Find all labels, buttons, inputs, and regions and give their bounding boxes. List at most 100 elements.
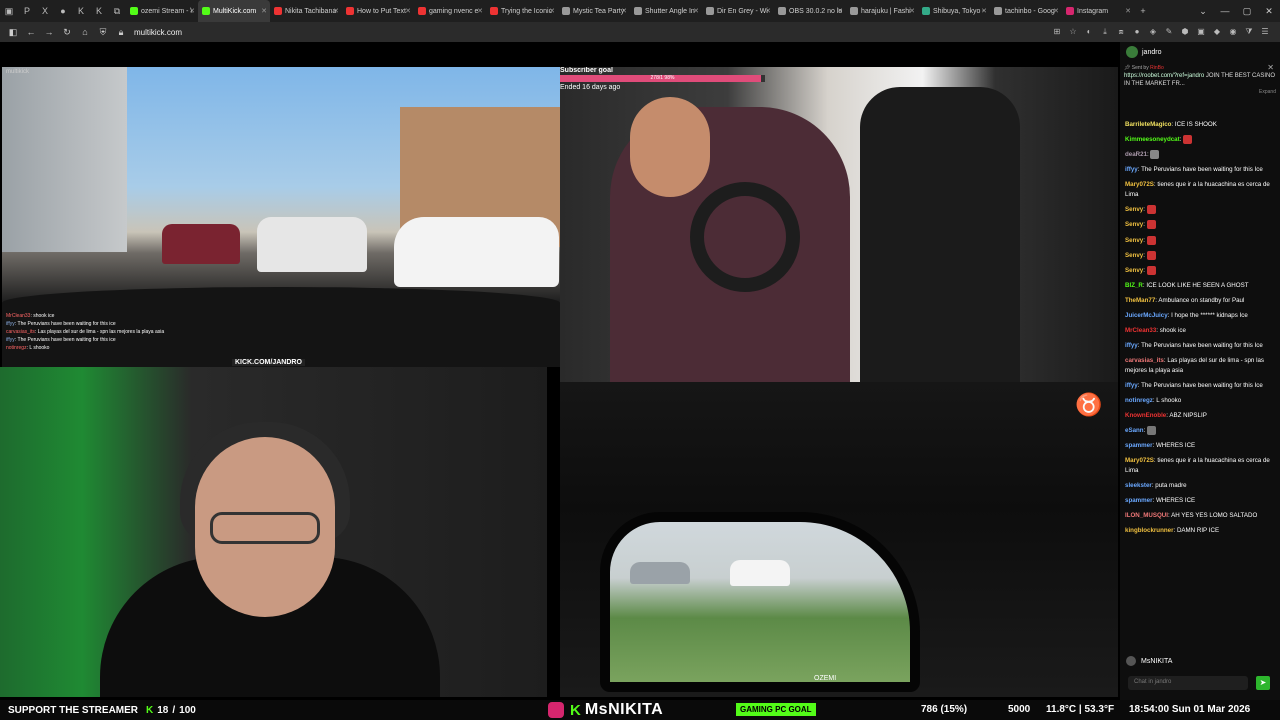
chat-username[interactable]: Senvy bbox=[1125, 252, 1143, 259]
pinned-tab-kick-icon[interactable]: K bbox=[72, 0, 90, 22]
extension-icon[interactable]: ⧈ bbox=[1114, 27, 1128, 37]
tab-close-icon[interactable]: ✕ bbox=[333, 7, 339, 15]
channel-name[interactable]: jandro bbox=[1142, 49, 1161, 56]
browser-tab[interactable]: Mystic Tea Party ✕ bbox=[558, 0, 630, 22]
chat-username[interactable]: Kimmeesoneydcat bbox=[1125, 136, 1180, 143]
close-icon[interactable]: ✕ bbox=[1267, 64, 1274, 72]
tab-close-icon[interactable]: ✕ bbox=[981, 7, 987, 15]
browser-tab[interactable]: Nikita Tachibana ✕ bbox=[270, 0, 342, 22]
tab-close-icon[interactable]: ✕ bbox=[909, 7, 915, 15]
tab-close-icon[interactable]: ✕ bbox=[405, 7, 411, 15]
chat-username[interactable]: spammer bbox=[1125, 442, 1153, 449]
chat-username[interactable]: spammer bbox=[1125, 497, 1153, 504]
extensions-menu-icon[interactable]: ⧩ bbox=[1242, 27, 1256, 37]
browser-tab[interactable]: gaming nvenc e ✕ bbox=[414, 0, 486, 22]
browser-tab[interactable]: Instagram ✕ bbox=[1062, 0, 1134, 22]
extension-icon[interactable]: ● bbox=[1130, 27, 1144, 37]
chat-username[interactable]: sleekster bbox=[1125, 482, 1152, 489]
tab-search-icon[interactable]: ⌄ bbox=[1192, 6, 1214, 17]
pinned-link[interactable]: https://roobet.com/?ref=jandro bbox=[1124, 73, 1204, 79]
forward-icon[interactable]: → bbox=[40, 27, 58, 37]
browser-tab[interactable]: Dir En Grey - Wi ✕ bbox=[702, 0, 774, 22]
current-user[interactable]: MsNIKITA bbox=[1126, 656, 1172, 666]
menu-icon[interactable]: ☰ bbox=[1258, 27, 1272, 37]
extension-icon[interactable]: ◉ bbox=[1226, 27, 1240, 37]
tab-close-icon[interactable]: ✕ bbox=[837, 7, 843, 15]
extension-icon[interactable]: ⬢ bbox=[1178, 27, 1192, 37]
stream-pane-ozemi[interactable]: OZEMI bbox=[560, 382, 1118, 697]
chat-username[interactable]: deaR21 bbox=[1125, 151, 1147, 158]
chat-username[interactable]: Senvy bbox=[1125, 206, 1143, 213]
chat-username[interactable]: iffyy bbox=[1125, 166, 1138, 173]
url-field[interactable]: multikick.com bbox=[134, 28, 182, 37]
browser-tab[interactable]: Shibuya, Tokyo - ✕ bbox=[918, 0, 990, 22]
new-tab-button[interactable]: + bbox=[1134, 0, 1152, 22]
minimize-icon[interactable]: — bbox=[1214, 6, 1236, 17]
stream-pane-driver[interactable]: Subscriber goal 278/1 98% Ended 16 days … bbox=[560, 67, 1118, 382]
chat-input[interactable]: Chat in jandro bbox=[1128, 676, 1248, 690]
reload-icon[interactable]: ↻ bbox=[58, 27, 76, 38]
chat-username[interactable]: Senvy bbox=[1125, 267, 1143, 274]
pinned-tab-x-icon[interactable]: X bbox=[36, 0, 54, 22]
maximize-icon[interactable]: ▢ bbox=[1236, 6, 1258, 17]
chat-username[interactable]: notinregz bbox=[1125, 397, 1153, 404]
chat-username[interactable]: Senvy bbox=[1125, 222, 1143, 229]
tab-close-icon[interactable]: ✕ bbox=[549, 7, 555, 15]
extension-icon[interactable]: ◈ bbox=[1146, 27, 1160, 37]
chat-username[interactable]: Mary072S bbox=[1125, 457, 1154, 464]
tab-close-icon[interactable]: ✕ bbox=[1125, 7, 1131, 15]
chat-username[interactable]: KnownEnoble bbox=[1125, 412, 1166, 419]
chat-username[interactable]: kingblockrunner bbox=[1125, 527, 1173, 534]
tab-close-icon[interactable]: ✕ bbox=[621, 7, 627, 15]
extension-icon[interactable]: ▣ bbox=[1194, 27, 1208, 37]
bookmark-star-icon[interactable]: ☆ bbox=[1066, 27, 1080, 37]
browser-tab[interactable]: harajuku | Fashi ✕ bbox=[846, 0, 918, 22]
chat-username[interactable]: JuicerMcJuicy bbox=[1125, 312, 1168, 319]
extension-icon[interactable]: ✎ bbox=[1162, 27, 1176, 37]
chat-username[interactable]: ILON_MUSQUI bbox=[1125, 512, 1168, 519]
tab-close-icon[interactable]: ✕ bbox=[189, 7, 195, 15]
stream-pane-msnikita-cam[interactable] bbox=[0, 367, 547, 697]
chat-username[interactable]: Senvy bbox=[1125, 237, 1143, 244]
extension-icon[interactable]: ◐ bbox=[1082, 27, 1096, 37]
extension-icon[interactable]: ◆ bbox=[1210, 27, 1224, 37]
chat-username[interactable]: TheMan77 bbox=[1125, 297, 1155, 304]
tab-close-icon[interactable]: ✕ bbox=[1053, 7, 1059, 15]
browser-tab[interactable]: ozemi Stream - \ ✕ bbox=[126, 0, 198, 22]
tab-close-icon[interactable]: ✕ bbox=[261, 7, 267, 15]
home-icon[interactable]: ⌂ bbox=[76, 27, 94, 37]
chat-username[interactable]: BarrileteMagico bbox=[1125, 121, 1171, 128]
sidebar-toggle-icon[interactable]: ◧ bbox=[4, 27, 22, 38]
chat-username[interactable]: iffyy bbox=[1125, 342, 1138, 349]
pinned-tab-p-icon[interactable]: P bbox=[18, 0, 36, 22]
lock-icon[interactable]: 🔒︎ bbox=[112, 27, 130, 38]
chat-username[interactable]: carvasias_its bbox=[1125, 357, 1164, 364]
tab-close-icon[interactable]: ✕ bbox=[693, 7, 699, 15]
close-window-icon[interactable]: ✕ bbox=[1258, 6, 1280, 17]
browser-tab[interactable]: MultiKick.com ✕ bbox=[198, 0, 270, 22]
browser-tab[interactable]: tachinbo - Goog ✕ bbox=[990, 0, 1062, 22]
chat-username[interactable]: iffyy bbox=[1125, 382, 1138, 389]
channel-avatar[interactable] bbox=[1126, 46, 1138, 58]
chat-username[interactable]: Mary072S bbox=[1125, 181, 1154, 188]
browser-tab[interactable]: OBS 30.0.2 no lo ✕ bbox=[774, 0, 846, 22]
shield-icon[interactable]: ⛨ bbox=[94, 27, 112, 38]
expand-button[interactable]: Expand bbox=[1124, 88, 1276, 96]
send-button[interactable]: ➤ bbox=[1256, 676, 1270, 690]
stream-pane-jandro[interactable]: multikick MrClean33: shook ice iffyy: The… bbox=[2, 67, 560, 367]
tab-actions-icon[interactable]: ▣ bbox=[0, 0, 18, 22]
browser-tab[interactable]: Shutter Angle In ✕ bbox=[630, 0, 702, 22]
pinned-tab-k2-icon[interactable]: K bbox=[90, 0, 108, 22]
download-icon[interactable]: ⤓ bbox=[1098, 27, 1112, 37]
browser-tab[interactable]: How to Put Text ✕ bbox=[342, 0, 414, 22]
chat-username[interactable]: eSann bbox=[1125, 427, 1144, 434]
tab-close-icon[interactable]: ✕ bbox=[765, 7, 771, 15]
back-icon[interactable]: ← bbox=[22, 27, 40, 37]
pinned-tab-green-icon[interactable]: ● bbox=[54, 0, 72, 22]
pinned-tab-ext-icon[interactable]: ⧉ bbox=[108, 0, 126, 22]
chat-username[interactable]: MrClean33 bbox=[1125, 327, 1156, 334]
browser-tab[interactable]: Trying the Iconic ✕ bbox=[486, 0, 558, 22]
tab-close-icon[interactable]: ✕ bbox=[477, 7, 483, 15]
install-icon[interactable]: ⊞ bbox=[1050, 27, 1064, 37]
chat-username[interactable]: BIZ_R bbox=[1125, 282, 1143, 289]
